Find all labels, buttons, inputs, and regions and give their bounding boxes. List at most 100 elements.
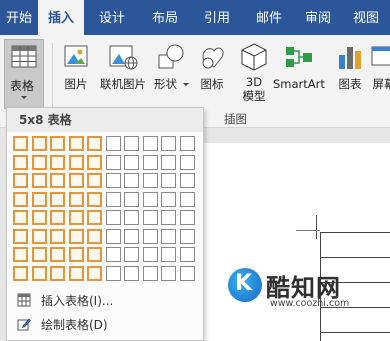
tab-references[interactable]: 引用 bbox=[190, 0, 244, 35]
grid-cell[interactable] bbox=[161, 154, 176, 170]
chart-button[interactable]: 图表 bbox=[334, 41, 366, 91]
grid-cell-selected[interactable] bbox=[68, 136, 84, 151]
grid-cell-selected[interactable] bbox=[50, 265, 65, 281]
grid-cell[interactable] bbox=[179, 136, 195, 151]
grid-cell-selected[interactable] bbox=[87, 191, 102, 207]
tab-layout[interactable]: 布局 bbox=[140, 0, 190, 35]
grid-cell-selected[interactable] bbox=[31, 265, 47, 281]
grid-cell[interactable] bbox=[124, 136, 139, 151]
grid-cell[interactable] bbox=[161, 191, 176, 207]
grid-cell[interactable] bbox=[179, 173, 195, 188]
grid-cell[interactable] bbox=[142, 210, 158, 225]
grid-cell[interactable] bbox=[105, 265, 121, 281]
grid-cell[interactable] bbox=[161, 136, 176, 151]
grid-cell[interactable] bbox=[142, 265, 158, 281]
grid-cell[interactable] bbox=[124, 154, 139, 170]
grid-cell[interactable] bbox=[179, 210, 195, 225]
draw-table-menu-item[interactable]: 绘制表格(D) bbox=[7, 312, 203, 336]
grid-cell[interactable] bbox=[124, 210, 139, 225]
grid-cell-selected[interactable] bbox=[87, 136, 102, 151]
grid-cell-selected[interactable] bbox=[31, 136, 47, 151]
grid-cell-selected[interactable] bbox=[50, 210, 65, 225]
grid-cell-selected[interactable] bbox=[87, 154, 102, 170]
grid-cell-selected[interactable] bbox=[68, 191, 84, 207]
insert-table-menu-item[interactable]: 插入表格(I)... bbox=[7, 288, 203, 312]
grid-cell-selected[interactable] bbox=[31, 191, 47, 207]
grid-cell[interactable] bbox=[179, 228, 195, 244]
tab-view[interactable]: 视图 bbox=[342, 0, 390, 35]
grid-cell-selected[interactable] bbox=[87, 247, 102, 262]
grid-cell[interactable] bbox=[105, 173, 121, 188]
grid-cell-selected[interactable] bbox=[13, 228, 28, 244]
grid-cell-selected[interactable] bbox=[31, 173, 47, 188]
grid-cell-selected[interactable] bbox=[50, 228, 65, 244]
grid-cell-selected[interactable] bbox=[87, 173, 102, 188]
grid-cell-selected[interactable] bbox=[13, 136, 28, 151]
tab-insert[interactable]: 插入 bbox=[38, 0, 84, 35]
grid-cell-selected[interactable] bbox=[31, 228, 47, 244]
grid-cell[interactable] bbox=[124, 191, 139, 207]
grid-cell-selected[interactable] bbox=[50, 173, 65, 188]
grid-cell[interactable] bbox=[142, 154, 158, 170]
grid-cell[interactable] bbox=[161, 210, 176, 225]
tab-design[interactable]: 设计 bbox=[84, 0, 140, 35]
tab-home[interactable]: 开始 bbox=[0, 0, 38, 35]
grid-cell-selected[interactable] bbox=[13, 210, 28, 225]
grid-cell[interactable] bbox=[142, 191, 158, 207]
screenshot-button[interactable]: 屏幕 bbox=[368, 41, 390, 91]
grid-cell-selected[interactable] bbox=[68, 154, 84, 170]
grid-cell[interactable] bbox=[179, 265, 195, 281]
grid-cell[interactable] bbox=[105, 191, 121, 207]
grid-cell-selected[interactable] bbox=[87, 265, 102, 281]
grid-cell-selected[interactable] bbox=[68, 173, 84, 188]
grid-cell-selected[interactable] bbox=[50, 154, 65, 170]
grid-cell-selected[interactable] bbox=[13, 191, 28, 207]
tab-review[interactable]: 审阅 bbox=[294, 0, 342, 35]
grid-cell[interactable] bbox=[161, 173, 176, 188]
grid-cell[interactable] bbox=[124, 228, 139, 244]
smartart-button[interactable]: SmartArt bbox=[273, 41, 325, 91]
grid-cell-selected[interactable] bbox=[31, 154, 47, 170]
grid-cell-selected[interactable] bbox=[13, 154, 28, 170]
grid-cell-selected[interactable] bbox=[13, 265, 28, 281]
grid-cell[interactable] bbox=[124, 173, 139, 188]
grid-cell[interactable] bbox=[142, 136, 158, 151]
grid-cell[interactable] bbox=[179, 247, 195, 262]
shapes-button[interactable]: 形状 bbox=[154, 41, 189, 91]
online-picture-button[interactable]: 联机图片 bbox=[100, 41, 146, 91]
grid-cell-selected[interactable] bbox=[50, 247, 65, 262]
grid-cell-selected[interactable] bbox=[31, 247, 47, 262]
grid-cell-selected[interactable] bbox=[50, 191, 65, 207]
grid-cell[interactable] bbox=[161, 247, 176, 262]
table-button[interactable]: 表格 bbox=[4, 39, 44, 109]
grid-cell[interactable] bbox=[105, 154, 121, 170]
grid-cell-selected[interactable] bbox=[87, 228, 102, 244]
grid-cell[interactable] bbox=[142, 247, 158, 262]
grid-cell[interactable] bbox=[105, 210, 121, 225]
3d-model-button[interactable]: 3D 模型 bbox=[238, 41, 270, 103]
grid-cell-selected[interactable] bbox=[68, 265, 84, 281]
grid-cell-selected[interactable] bbox=[68, 228, 84, 244]
grid-cell[interactable] bbox=[179, 154, 195, 170]
icons-button[interactable]: 图标 bbox=[196, 41, 228, 91]
tab-mailings[interactable]: 邮件 bbox=[244, 0, 294, 35]
grid-cell[interactable] bbox=[124, 265, 139, 281]
grid-cell[interactable] bbox=[142, 173, 158, 188]
grid-cell[interactable] bbox=[105, 228, 121, 244]
grid-cell-selected[interactable] bbox=[50, 136, 65, 151]
grid-cell[interactable] bbox=[161, 228, 176, 244]
grid-cell-selected[interactable] bbox=[31, 210, 47, 225]
grid-cell-selected[interactable] bbox=[68, 210, 84, 225]
grid-cell[interactable] bbox=[124, 247, 139, 262]
grid-cell-selected[interactable] bbox=[13, 247, 28, 262]
grid-cell-selected[interactable] bbox=[68, 247, 84, 262]
grid-cell[interactable] bbox=[105, 136, 121, 151]
picture-button[interactable]: 图片 bbox=[60, 41, 92, 91]
grid-cell-selected[interactable] bbox=[13, 173, 28, 188]
grid-cell[interactable] bbox=[105, 247, 121, 262]
grid-cell[interactable] bbox=[161, 265, 176, 281]
illustrations-group-label: 插图 bbox=[224, 112, 247, 126]
grid-cell-selected[interactable] bbox=[87, 210, 102, 225]
grid-cell[interactable] bbox=[179, 191, 195, 207]
grid-cell[interactable] bbox=[142, 228, 158, 244]
